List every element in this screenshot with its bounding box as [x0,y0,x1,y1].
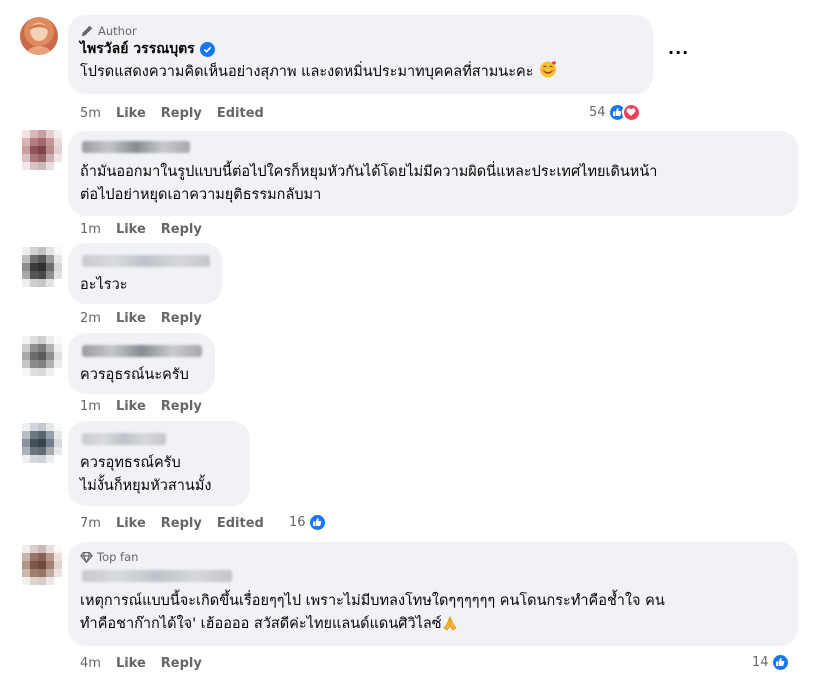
avatar[interactable] [22,130,62,170]
like-button[interactable]: Like [116,656,146,671]
reaction-summary[interactable]: 16 [289,512,327,532]
like-button[interactable]: Like [116,222,146,237]
smiling-face-with-hearts-icon [538,59,558,87]
comment-line: ทำคือชาก๊ากได้ใจ' เฮ้ออออ สวัสดีค่ะไทยแล… [80,616,442,632]
more-options-button[interactable]: ··· [668,43,689,62]
comment-actions: 2m Like Reply [80,309,217,327]
reply-button[interactable]: Reply [161,656,202,671]
comment-actions: 4m Like Reply [80,654,217,672]
love-reaction-icon [621,102,641,122]
top-fan-badge: Top fan [80,549,786,565]
comment-line: ไม่งั้นก็หยุมหัวสานมั้ง [80,478,212,494]
reaction-count: 16 [289,514,306,530]
like-button[interactable]: Like [116,311,146,326]
blurred-commenter-name[interactable] [82,433,166,445]
comment-text: โปรดแสดงความคิดเห็นอย่างสุภาพ และงดหมิ่น… [80,59,641,87]
edited-label[interactable]: Edited [217,516,264,531]
like-button[interactable]: Like [116,516,146,531]
comment-bubble: อะไรวะ [68,243,222,304]
comment-bubble: ควรอุธรณ์นะครับ [68,333,215,394]
like-button[interactable]: Like [116,106,146,121]
comment-line: อะไรวะ [80,277,128,293]
comment-actions: 7m Like Reply Edited [80,514,279,532]
avatar[interactable] [22,336,62,376]
timestamp[interactable]: 2m [80,311,101,326]
reaction-summary[interactable]: 54 [589,102,641,122]
comment-bubble: ถ้ามันออกมาในรูปแบบนี้ต่อไปใครก็หยุมหัวก… [68,131,798,216]
comment-actions: 1m Like Reply [80,220,217,238]
edited-label[interactable]: Edited [217,106,264,121]
reaction-count: 14 [752,654,769,670]
comment-bubble: ควรอุทธรณ์ครับ ไม่งั้นก็หยุมหัวสานมั้ง [68,421,250,506]
blurred-commenter-name[interactable] [82,570,232,582]
pen-icon [81,25,93,37]
reaction-count: 54 [589,104,606,120]
reaction-summary[interactable]: 14 [752,652,790,672]
reply-button[interactable]: Reply [161,516,202,531]
like-button[interactable]: Like [116,399,146,414]
comment-text: ควรอุธรณ์นะครับ [80,364,203,387]
timestamp[interactable]: 5m [80,106,101,121]
pixelated-avatar-icon [22,423,62,463]
reply-button[interactable]: Reply [161,399,202,414]
comment-text: เหตุการณ์แบบนี้จะเกิดขึ้นเรื่อยๆๆไป เพรา… [80,590,786,639]
blurred-commenter-name[interactable] [82,345,202,357]
timestamp[interactable]: 4m [80,656,101,671]
pixelated-avatar-icon [22,336,62,376]
pixelated-avatar-icon [22,130,62,170]
comment-actions: 1m Like Reply [80,397,217,415]
like-reaction-icon [307,512,327,532]
comment-line: ควรอุธรณ์นะครับ [80,367,189,383]
timestamp[interactable]: 1m [80,222,101,237]
timestamp[interactable]: 7m [80,516,101,531]
comment-line: เหตุการณ์แบบนี้จะเกิดขึ้นเรื่อยๆๆไป เพรา… [80,593,665,609]
badge-label: Top fan [97,550,139,564]
badge-label: Author [98,24,137,38]
comment-text: ควรอุทธรณ์ครับ ไม่งั้นก็หยุมหัวสานมั้ง [80,452,238,498]
comment-bubble: Top fan เหตุการณ์แบบนี้จะเกิดขึ้นเรื่อยๆ… [68,542,798,646]
reply-button[interactable]: Reply [161,222,202,237]
comment-text: ถ้ามันออกมาในรูปแบบนี้ต่อไปใครก็หยุมหัวก… [80,161,786,207]
comment-bubble: Author ไพรวัลย์ วรรณบุตร โปรดแสดงความคิด… [68,15,653,94]
pixelated-avatar-icon [22,247,62,287]
blurred-commenter-name[interactable] [82,255,210,267]
avatar-photo-icon [26,24,52,55]
avatar[interactable] [20,17,58,55]
comment-line: ต่อไปอย่าหยุดเอาความยุติธรรมกลับมา [80,187,322,203]
comment-line: ควรอุทธรณ์ครับ [80,455,181,471]
verified-badge-icon [199,41,215,57]
comment-text: อะไรวะ [80,274,210,297]
avatar[interactable] [22,545,62,585]
commenter-name[interactable]: ไพรวัลย์ วรรณบุตร [80,39,641,59]
diamond-icon [80,551,93,563]
reply-button[interactable]: Reply [161,106,202,121]
blurred-commenter-name[interactable] [82,141,190,153]
like-reaction-icon [770,652,790,672]
avatar[interactable] [22,423,62,463]
commenter-name-text[interactable]: ไพรวัลย์ วรรณบุตร [80,38,195,60]
pixelated-avatar-icon [22,545,62,585]
author-badge: Author [80,23,641,39]
avatar[interactable] [22,247,62,287]
folded-hands-icon [442,615,458,639]
comment-line: โปรดแสดงความคิดเห็นอย่างสุภาพ และงดหมิ่น… [80,64,534,80]
comment-line: ถ้ามันออกมาในรูปแบบนี้ต่อไปใครก็หยุมหัวก… [80,164,658,180]
timestamp[interactable]: 1m [80,399,101,414]
comment-actions: 5m Like Reply Edited [80,104,279,122]
reply-button[interactable]: Reply [161,311,202,326]
